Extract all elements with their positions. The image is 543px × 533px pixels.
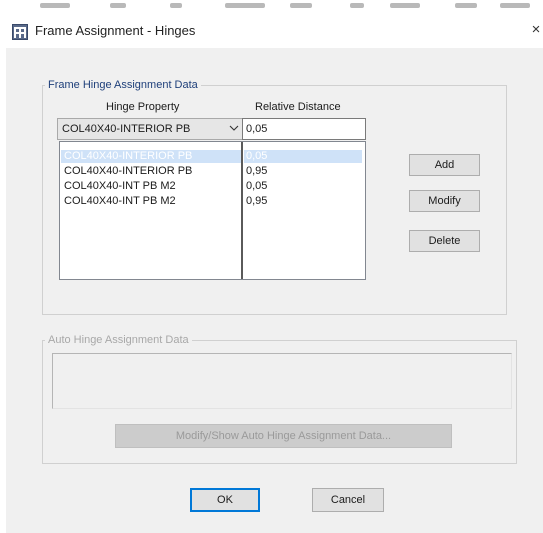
list-item[interactable]: COL40X40-INT PB M2 0,05 — [60, 180, 365, 193]
list-item-property: COL40X40-INTERIOR PB — [64, 165, 193, 177]
hinge-property-selected: COL40X40-INTERIOR PB — [62, 123, 191, 135]
modify-button[interactable]: Modify — [409, 190, 480, 212]
background-window-strip — [0, 0, 543, 14]
list-item-property: COL40X40-INT PB M2 — [64, 180, 176, 192]
close-icon[interactable]: × — [529, 20, 543, 40]
hinge-property-header: Hinge Property — [106, 101, 180, 113]
list-item-property: COL40X40-INT PB M2 — [64, 195, 176, 207]
structure-app-icon — [12, 24, 28, 40]
hinge-assignment-list[interactable]: COL40X40-INTERIOR PB 0,05 COL40X40-INTER… — [59, 141, 366, 280]
relative-distance-input[interactable]: 0,05 — [242, 118, 366, 140]
frame-hinge-assignment-legend: Frame Hinge Assignment Data — [48, 79, 198, 91]
auto-hinge-data-box — [52, 353, 512, 409]
relative-distance-header: Relative Distance — [255, 101, 341, 113]
list-item-distance: 0,05 — [246, 150, 268, 162]
title-bar: Frame Assignment - Hinges × — [0, 14, 543, 48]
auto-hinge-assignment-legend: Auto Hinge Assignment Data — [48, 334, 189, 346]
delete-button[interactable]: Delete — [409, 230, 480, 252]
chevron-down-icon — [229, 125, 239, 131]
list-item[interactable]: COL40X40-INTERIOR PB 0,05 — [60, 150, 365, 163]
list-item-distance: 0,95 — [246, 195, 268, 207]
list-item-property: COL40X40-INTERIOR PB — [64, 150, 193, 162]
dialog-body: Frame Hinge Assignment Data Hinge Proper… — [6, 48, 543, 533]
add-button[interactable]: Add — [409, 154, 480, 176]
ok-button[interactable]: OK — [190, 488, 260, 512]
cancel-button[interactable]: Cancel — [312, 488, 384, 512]
hinge-property-dropdown[interactable]: COL40X40-INTERIOR PB — [57, 118, 244, 140]
list-item[interactable]: COL40X40-INTERIOR PB 0,95 — [60, 165, 365, 178]
list-item-distance: 0,95 — [246, 165, 268, 177]
list-item[interactable]: COL40X40-INT PB M2 0,95 — [60, 195, 365, 208]
modify-show-auto-hinge-button: Modify/Show Auto Hinge Assignment Data..… — [115, 424, 452, 448]
list-item-distance: 0,05 — [246, 180, 268, 192]
window-title: Frame Assignment - Hinges — [35, 23, 196, 38]
